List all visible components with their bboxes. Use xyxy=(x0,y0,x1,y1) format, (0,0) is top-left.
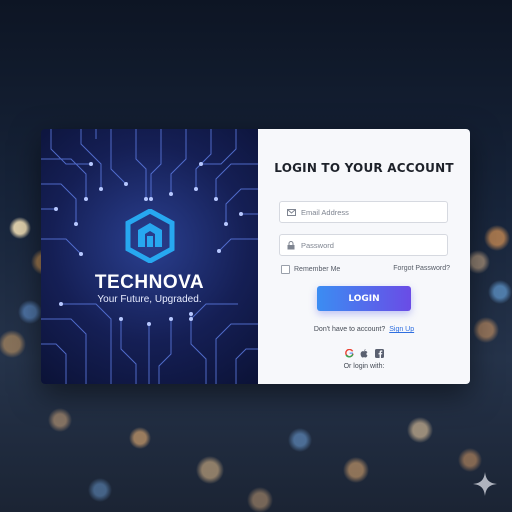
forgot-password-link[interactable]: Forgot Password? xyxy=(393,265,450,272)
password-input[interactable] xyxy=(301,240,441,250)
brand-name: TECHNOVA xyxy=(94,272,205,293)
login-button[interactable]: LOGIN xyxy=(317,286,411,311)
signup-link[interactable]: Sign Up xyxy=(389,326,414,333)
lock-icon xyxy=(286,240,296,250)
facebook-icon[interactable] xyxy=(374,349,384,358)
email-input[interactable] xyxy=(301,207,441,217)
signup-prompt-text: Don't have to account? xyxy=(313,326,386,333)
google-icon[interactable] xyxy=(344,349,354,358)
password-field[interactable] xyxy=(279,234,448,256)
brand-tagline: Your Future, Upgraded. xyxy=(97,294,202,305)
login-form-panel: LOGIN TO YOUR ACCOUNT Remember Me Forgot… xyxy=(258,129,470,384)
login-card: TECHNOVA Your Future, Upgraded. LOGIN TO… xyxy=(41,129,470,384)
signup-prompt-line: Don't have to account? Sign Up xyxy=(258,326,470,333)
technova-logo-icon xyxy=(125,209,175,263)
sparkle-icon xyxy=(473,472,497,496)
brand-hero-panel: TECHNOVA Your Future, Upgraded. xyxy=(41,129,258,384)
remember-me-label: Remember Me xyxy=(294,266,341,273)
login-form-title: LOGIN TO YOUR ACCOUNT xyxy=(274,161,454,175)
envelope-icon xyxy=(286,207,296,217)
social-login-icons xyxy=(258,349,470,358)
checkbox-box[interactable] xyxy=(281,265,290,274)
social-login-label: Or login with: xyxy=(343,363,385,370)
email-field[interactable] xyxy=(279,201,448,223)
apple-icon[interactable] xyxy=(360,349,369,358)
remember-me-checkbox[interactable]: Remember Me xyxy=(281,265,340,274)
